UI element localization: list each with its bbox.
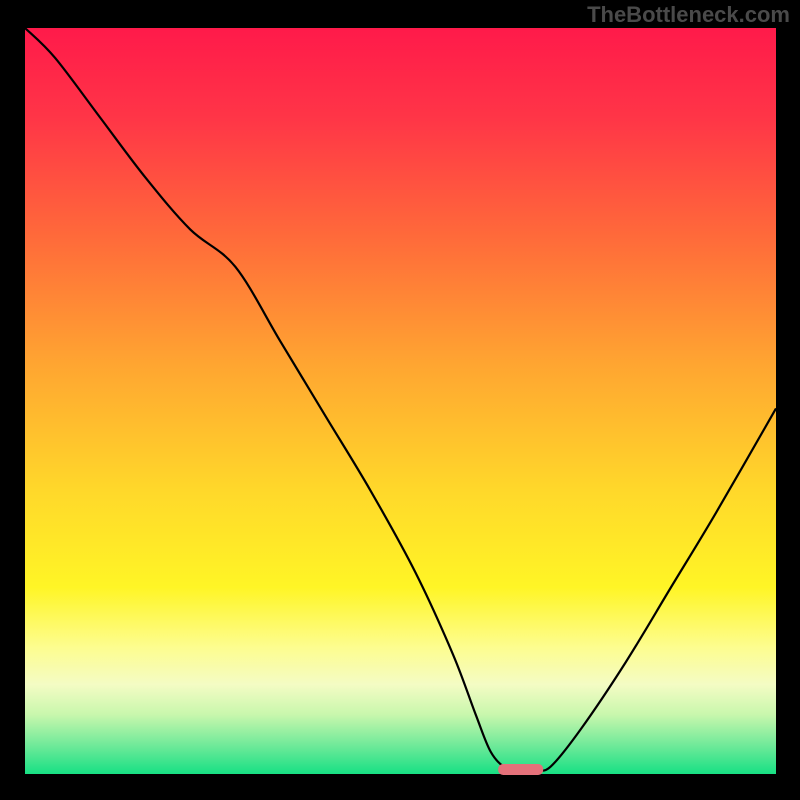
optimum-marker bbox=[498, 764, 543, 775]
plot-background bbox=[25, 28, 776, 774]
attribution-watermark: TheBottleneck.com bbox=[587, 2, 790, 28]
bottleneck-chart bbox=[0, 0, 800, 800]
chart-frame: TheBottleneck.com bbox=[0, 0, 800, 800]
